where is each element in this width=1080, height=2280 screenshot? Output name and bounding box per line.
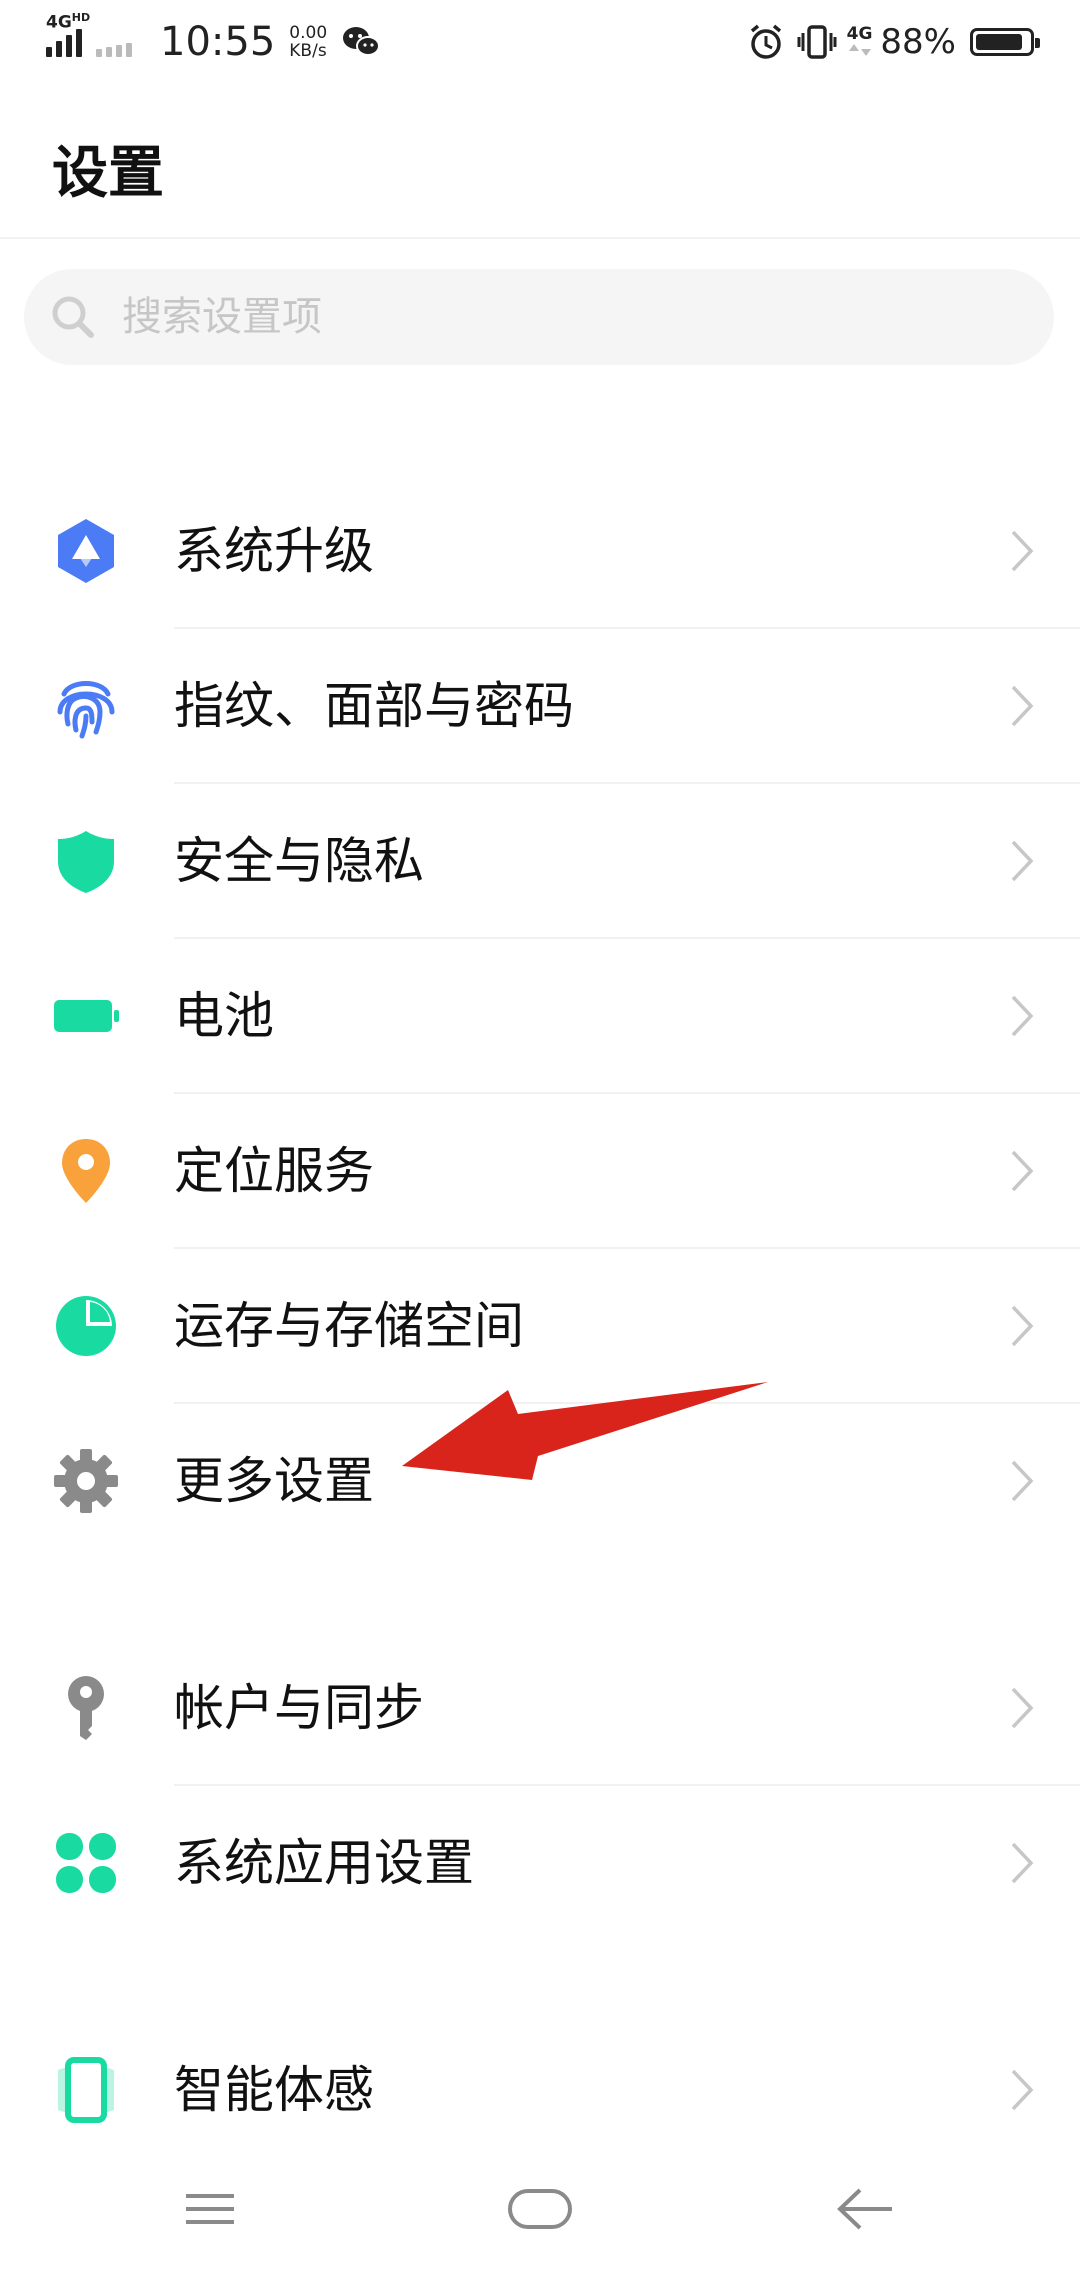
mobile-data-indicator: 4G <box>846 24 873 58</box>
settings-item-more-settings[interactable]: 更多设置 <box>0 1404 1080 1559</box>
data-arrows-icon <box>848 44 871 56</box>
wechat-icon <box>343 27 381 56</box>
settings-item-system-update[interactable]: 系统升级 <box>0 474 1080 629</box>
battery-icon <box>54 1000 119 1032</box>
key-icon <box>68 1676 104 1740</box>
settings-item-security-privacy[interactable]: 安全与隐私 <box>0 784 1080 939</box>
settings-item-fingerprint-face-password[interactable]: 指纹、面部与密码 <box>0 629 1080 784</box>
settings-item-smart-motion[interactable]: 智能体感 <box>0 2013 1080 2168</box>
location-pin-icon <box>62 1139 110 1203</box>
chevron-right-icon <box>1011 530 1034 572</box>
settings-item-label: 帐户与同步 <box>174 1679 424 1737</box>
chevron-right-icon <box>1011 995 1034 1037</box>
settings-item-memory-storage[interactable]: 运存与存储空间 <box>0 1249 1080 1404</box>
battery-level-fill <box>976 34 1022 50</box>
chevron-right-icon <box>1011 1842 1034 1884</box>
chevron-right-icon <box>1011 1305 1034 1347</box>
settings-item-location[interactable]: 定位服务 <box>0 1094 1080 1249</box>
signal-strength-secondary-icon <box>96 27 136 57</box>
home-icon[interactable] <box>500 2174 580 2244</box>
page-title: 设置 <box>52 141 164 206</box>
chevron-right-icon <box>1011 1687 1034 1729</box>
search-input[interactable] <box>120 293 974 341</box>
pie-chart-icon <box>56 1296 116 1356</box>
network-speed-unit: KB/s <box>289 41 327 61</box>
settings-item-accounts-sync[interactable]: 帐户与同步 <box>0 1631 1080 1786</box>
chevron-right-icon <box>1011 1460 1034 1502</box>
status-bar: 4GHD 10:55 0.00 KB/s 4G 88% <box>0 0 1080 84</box>
apps-grid-icon <box>56 1833 116 1893</box>
search-bar[interactable] <box>24 269 1054 365</box>
settings-item-label: 定位服务 <box>174 1142 374 1200</box>
gear-icon <box>54 1449 118 1513</box>
fingerprint-icon <box>57 681 115 739</box>
mobile-data-type: 4G <box>846 24 873 44</box>
search-icon <box>52 296 94 338</box>
menu-icon[interactable] <box>170 2174 250 2244</box>
battery-percent: 88% <box>880 22 956 62</box>
shield-icon <box>58 831 114 893</box>
settings-item-label: 系统应用设置 <box>174 1834 474 1892</box>
network-type-sup: HD <box>71 11 91 24</box>
system-update-icon <box>58 519 114 583</box>
settings-item-system-app-settings[interactable]: 系统应用设置 <box>0 1786 1080 1941</box>
settings-item-label: 智能体感 <box>174 2061 374 2119</box>
chevron-right-icon <box>1011 2069 1034 2111</box>
phone-motion-icon <box>58 2057 114 2123</box>
network-type-label: 4GHD <box>46 11 90 33</box>
settings-item-label: 运存与存储空间 <box>174 1297 524 1355</box>
settings-item-label: 系统升级 <box>174 522 374 580</box>
chevron-right-icon <box>1011 1150 1034 1192</box>
status-bar-right: 4G 88% <box>747 14 1040 70</box>
status-bar-left: 4GHD 10:55 0.00 KB/s <box>46 11 381 70</box>
vibrate-icon <box>797 25 837 59</box>
back-icon[interactable] <box>826 2174 906 2244</box>
settings-item-label: 更多设置 <box>174 1452 374 1510</box>
chevron-right-icon <box>1011 685 1034 727</box>
network-speed-value: 0.00 <box>289 23 328 43</box>
settings-item-label: 电池 <box>174 987 274 1045</box>
settings-item-battery[interactable]: 电池 <box>0 939 1080 1094</box>
signal-strength-icon: 4GHD <box>46 11 90 57</box>
alarm-icon <box>750 24 781 59</box>
settings-item-label: 指纹、面部与密码 <box>174 677 574 735</box>
navigation-bar <box>0 2160 1080 2260</box>
network-speed: 0.00 KB/s <box>289 24 327 60</box>
settings-item-label: 安全与隐私 <box>174 832 424 890</box>
battery-status-icon <box>970 28 1040 56</box>
status-time: 10:55 <box>160 19 276 65</box>
header-divider <box>0 237 1080 239</box>
network-type-text: 4G <box>46 12 72 33</box>
chevron-right-icon <box>1011 840 1034 882</box>
